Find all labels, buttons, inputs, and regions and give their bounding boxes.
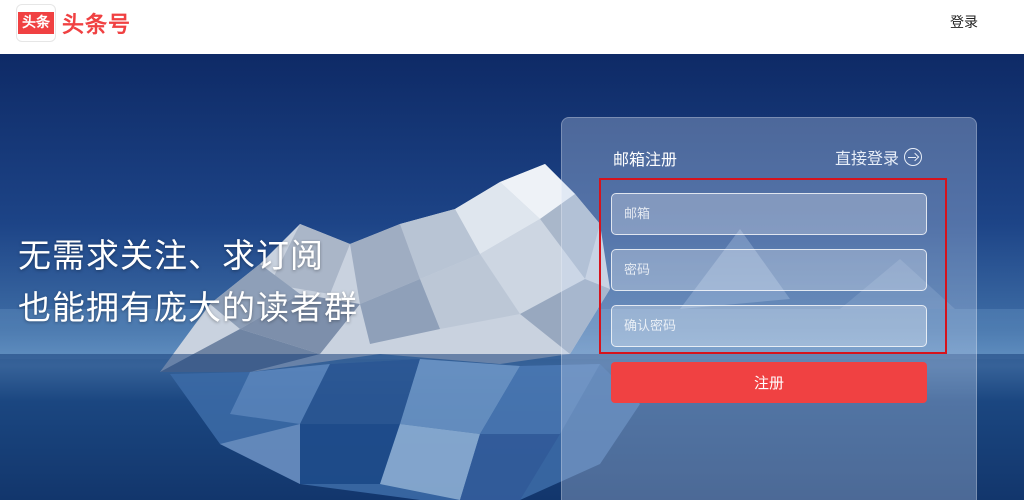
highlight-annotation-box bbox=[599, 178, 947, 354]
logo-badge-text: 头条 bbox=[18, 12, 54, 34]
direct-login-label: 直接登录 bbox=[834, 149, 899, 168]
direct-login-link[interactable]: 直接登录 bbox=[835, 145, 922, 169]
arrow-right-circle-icon bbox=[904, 148, 922, 166]
logo-badge-icon: 头条 bbox=[16, 4, 56, 42]
toutiao-logo[interactable]: 头条 头条号 bbox=[16, 4, 131, 42]
header-login-link[interactable]: 登录 bbox=[950, 12, 978, 32]
slogan-line-2: 也能拥有庞大的读者群 bbox=[18, 288, 358, 327]
register-button[interactable]: 注册 bbox=[611, 362, 927, 403]
logo-text: 头条号 bbox=[62, 13, 132, 38]
register-panel-title: 邮箱注册 bbox=[613, 150, 678, 169]
hero-slogan: 无需求关注、求订阅 也能拥有庞大的读者群 bbox=[18, 230, 358, 334]
slogan-line-1: 无需求关注、求订阅 bbox=[18, 236, 324, 275]
top-header: 头条 头条号 登录 bbox=[0, 0, 1024, 54]
